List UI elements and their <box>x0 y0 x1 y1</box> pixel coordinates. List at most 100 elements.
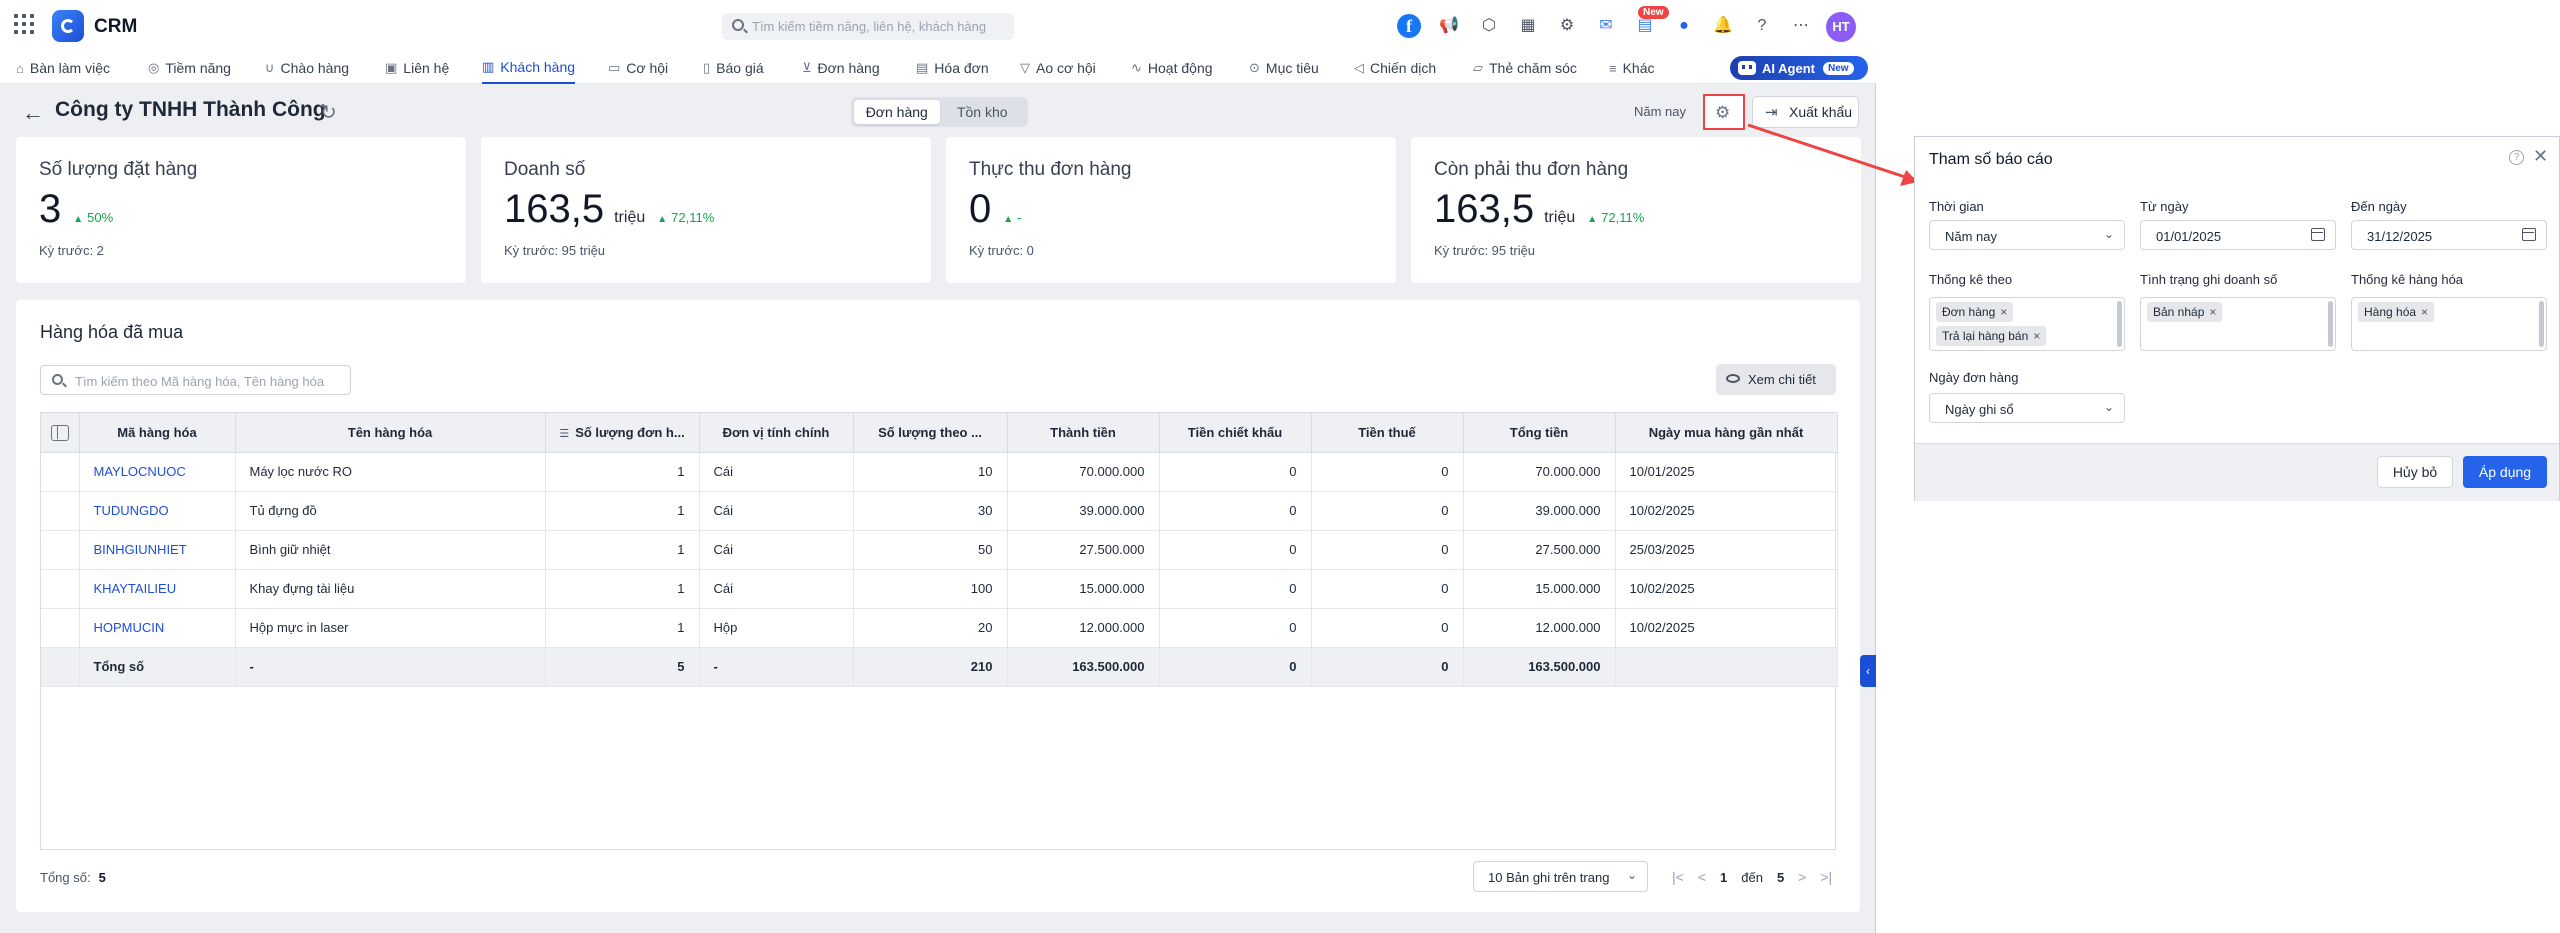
cell: 70.000.000 <box>1463 452 1616 492</box>
col-header[interactable]: Tổng tiền <box>1463 413 1616 453</box>
column-settings[interactable] <box>41 413 80 453</box>
scrollbar[interactable] <box>2117 301 2122 347</box>
product-code-link[interactable]: TUDUNGDO <box>79 491 236 531</box>
cell: 0 <box>1159 530 1312 570</box>
report-settings-button[interactable]: ⚙ <box>1703 94 1745 130</box>
col-header[interactable]: Mã hàng hóa <box>79 413 236 453</box>
nav-item-don-hang[interactable]: ⊻ Đơn hàng <box>802 52 880 84</box>
col-header[interactable]: Tiền thuế <box>1311 413 1464 453</box>
sort-filter-icon[interactable]: ☰ <box>559 428 569 440</box>
col-header[interactable]: Ngày mua hàng gần nhất <box>1615 413 1838 453</box>
nav-item-bao-gia[interactable]: ▯ Báo giá <box>703 52 764 84</box>
nav-item-hoat-dong[interactable]: ∿ Hoạt động <box>1131 52 1213 84</box>
remove-tag-icon[interactable]: × <box>2033 329 2040 343</box>
nav-item-muc-tieu[interactable]: ⊙ Mục tiêu <box>1249 52 1319 84</box>
col-header[interactable]: Số lượng theo ... <box>853 413 1008 453</box>
nav-item-tiem-nang[interactable]: ◎ Tiềm năng <box>148 52 231 84</box>
table-row[interactable]: HOPMUCIN Hộp mực in laser 1 Hộp 20 12.00… <box>41 608 1838 648</box>
apps-grid-icon[interactable] <box>14 14 34 34</box>
nav-item-chien-dich[interactable]: ◁ Chiến dịch <box>1354 52 1436 84</box>
next-page-icon[interactable]: > <box>1798 869 1806 885</box>
nav-item-lien-he[interactable]: ▣ Liên hệ <box>385 52 449 84</box>
table-row[interactable]: MAYLOCNUOC Máy lọc nước RO 1 Cái 10 70.0… <box>41 452 1838 492</box>
megaphone-icon[interactable]: 📢 <box>1437 14 1461 38</box>
calendar-icon[interactable] <box>2311 228 2325 241</box>
col-header[interactable]: Tên hàng hóa <box>235 413 546 453</box>
eye-icon <box>1726 374 1740 383</box>
box-icon[interactable]: ⬡ <box>1477 14 1501 38</box>
refresh-icon[interactable]: ↻ <box>320 100 337 125</box>
order-date-select[interactable]: Ngày ghi sổ ⌄ <box>1929 393 2125 423</box>
robot-icon <box>1738 61 1756 75</box>
first-page-icon[interactable]: |< <box>1672 869 1684 885</box>
app-name: CRM <box>94 16 138 37</box>
last-page-icon[interactable]: >| <box>1820 869 1832 885</box>
close-icon[interactable]: ✕ <box>2533 146 2548 167</box>
help-icon[interactable]: ? <box>1750 14 1774 38</box>
remove-tag-icon[interactable]: × <box>2209 305 2216 319</box>
apply-button[interactable]: Áp dụng <box>2463 456 2547 488</box>
table-row[interactable]: TUDUNGDO Tủ đựng đồ 1 Cái 30 39.000.000 … <box>41 491 1838 531</box>
goods-search-input[interactable]: Tìm kiếm theo Mã hàng hóa, Tên hàng hóa <box>40 365 351 395</box>
cancel-button[interactable]: Hủy bỏ <box>2377 456 2453 488</box>
ai-agent-button[interactable]: AI Agent New <box>1730 56 1868 80</box>
product-code-link[interactable]: HOPMUCIN <box>79 608 236 648</box>
mailbox-icon[interactable]: ✉ <box>1594 14 1618 38</box>
calendar-icon[interactable]: ▦ <box>1516 14 1540 38</box>
tab-don-hang[interactable]: Đơn hàng <box>854 100 940 124</box>
product-code-link[interactable]: MAYLOCNUOC <box>79 452 236 492</box>
side-panel-toggle[interactable]: ‹ <box>1860 655 1876 687</box>
facebook-icon[interactable]: f <box>1397 14 1421 38</box>
revenue-status-multiselect[interactable]: Bản nháp × <box>2140 297 2336 351</box>
product-code-link[interactable]: BINHGIUNHIET <box>79 530 236 570</box>
goods-stat-multiselect[interactable]: Hàng hóa × <box>2351 297 2547 351</box>
scrollbar[interactable] <box>2539 301 2544 347</box>
kpi-label: Còn phải thu đơn hàng <box>1434 159 1629 180</box>
calendar-icon[interactable] <box>2522 228 2536 241</box>
nav-item-the-cham-soc[interactable]: ▱ Thẻ chăm sóc <box>1473 52 1577 84</box>
nav-item-hoa-don[interactable]: ▤ Hóa đơn <box>916 52 989 84</box>
avatar[interactable]: HT <box>1826 12 1856 42</box>
kpi-label: Doanh số <box>504 159 586 180</box>
cell: 10/02/2025 <box>1615 608 1838 648</box>
time-select[interactable]: Năm nay ⌄ <box>1929 220 2125 250</box>
product-code-link[interactable]: KHAYTAILIEU <box>79 569 236 609</box>
panel-title: Hàng hóa đã mua <box>40 322 184 342</box>
view-detail-button[interactable]: Xem chi tiết <box>1716 364 1836 395</box>
nav-item-ao-co-hoi[interactable]: ▽ Ao cơ hội <box>1020 52 1096 84</box>
help-icon[interactable]: ? <box>2509 150 2524 165</box>
table-row[interactable]: BINHGIUNHIET Bình giữ nhiệt 1 Cái 50 27.… <box>41 530 1838 570</box>
cell: 1 <box>545 452 700 492</box>
bell-icon[interactable]: 🔔 <box>1711 14 1735 38</box>
stat-by-multiselect[interactable]: Đơn hàng × Trả lại hàng bán × <box>1929 297 2125 351</box>
nav-item-co-hoi[interactable]: ▭ Cơ hội <box>608 52 668 84</box>
col-header[interactable]: ☰ Số lượng đơn h... <box>545 413 700 453</box>
col-header[interactable]: Đơn vị tính chính <box>699 413 854 453</box>
tab-ton-kho[interactable]: Tồn kho <box>940 100 1026 124</box>
table-row[interactable]: KHAYTAILIEU Khay đựng tài liệu 1 Cái 100… <box>41 569 1838 609</box>
tag: Đơn hàng × <box>1936 302 2014 322</box>
gear-icon[interactable]: ⚙ <box>1555 14 1579 38</box>
to-date-input[interactable]: 31/12/2025 <box>2351 220 2547 250</box>
target-icon: ⊙ <box>1249 60 1260 75</box>
nav-item-ban-lam-viec[interactable]: ⌂ Bàn làm việc <box>16 52 110 84</box>
ai-agent-new-badge: New <box>1822 61 1854 75</box>
total-cell: 163.500.000 <box>1463 647 1616 687</box>
remove-tag-icon[interactable]: × <box>2421 305 2428 319</box>
more-icon[interactable]: ⋯ <box>1789 14 1813 38</box>
nav-item-khach-hang[interactable]: ▥ Khách hàng <box>482 52 576 84</box>
chat-icon[interactable]: ● <box>1672 14 1696 38</box>
from-date-input[interactable]: 01/01/2025 <box>2140 220 2336 250</box>
tag: Bản nháp × <box>2147 302 2223 322</box>
page-size-select[interactable]: 10 Bản ghi trên trang ⌄ <box>1473 861 1648 892</box>
nav-item-chao-hang[interactable]: ∪ Chào hàng <box>265 52 349 84</box>
back-arrow-icon[interactable]: ← <box>22 100 44 126</box>
remove-tag-icon[interactable]: × <box>2000 305 2007 319</box>
global-search-input[interactable]: Tìm kiếm tiềm năng, liên hệ, khách hàng <box>722 13 1014 40</box>
col-header[interactable]: Thành tiền <box>1007 413 1160 453</box>
col-header[interactable]: Tiền chiết khấu <box>1159 413 1312 453</box>
prev-page-icon[interactable]: < <box>1698 869 1706 885</box>
nav-item-khac[interactable]: ≡ Khác <box>1609 52 1655 84</box>
menu-icon: ≡ <box>1609 60 1617 76</box>
scrollbar[interactable] <box>2328 301 2333 347</box>
